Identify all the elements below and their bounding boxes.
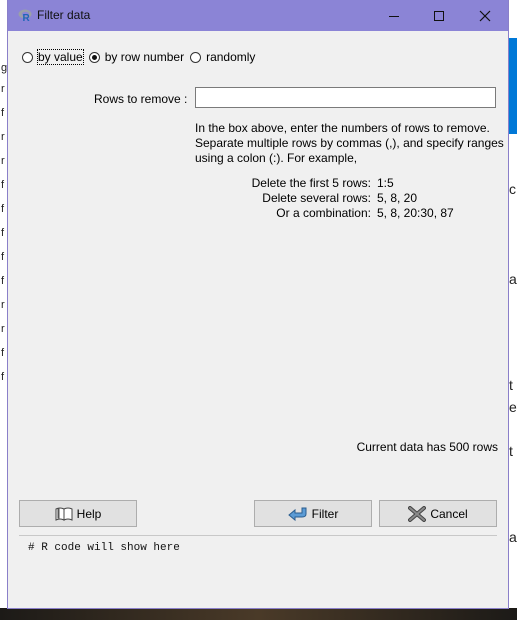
background-text: f: [1, 371, 5, 383]
example-value: 5, 8, 20:30, 87: [377, 206, 454, 220]
background-text: f: [1, 227, 5, 239]
rows-to-remove-input[interactable]: [195, 87, 496, 108]
minimize-icon: [389, 15, 399, 17]
filter-mode-radio-group: by value by row number randomly: [22, 48, 261, 66]
background-text: t: [509, 377, 513, 393]
radio-label: randomly: [206, 50, 256, 64]
example-label: Delete the first 5 rows:: [251, 176, 371, 190]
filter-button[interactable]: Filter: [254, 500, 372, 527]
background-text: c: [509, 181, 516, 197]
cancel-button[interactable]: Cancel: [379, 500, 497, 527]
background-window-left-edge: g r f r r f f f f f r r f f: [0, 0, 8, 620]
minimize-button[interactable]: [371, 0, 417, 31]
instructions-text: In the box above, enter the numbers of r…: [195, 121, 504, 165]
background-text: r: [1, 323, 5, 335]
example-row: Delete several rows: 5, 8, 20: [195, 191, 505, 206]
example-label: Or a combination:: [276, 206, 371, 220]
background-text: a: [509, 529, 517, 545]
background-text: f: [1, 203, 5, 215]
example-value: 5, 8, 20: [377, 191, 418, 205]
rows-to-remove-label: Rows to remove :: [94, 92, 188, 106]
radio-randomly[interactable]: randomly: [190, 50, 255, 64]
cancel-x-icon: [408, 505, 427, 522]
r-app-icon: R: [18, 8, 32, 24]
examples-table: Delete the first 5 rows: 1:5 Delete seve…: [195, 176, 505, 221]
background-text: r: [1, 155, 5, 167]
title-bar[interactable]: R Filter data: [8, 0, 508, 31]
close-icon: [479, 10, 491, 21]
background-text: a: [509, 271, 517, 287]
cancel-button-label: Cancel: [430, 506, 468, 521]
background-text: r: [1, 131, 5, 143]
background-text: f: [1, 107, 5, 119]
background-text: f: [1, 179, 5, 191]
book-icon: [55, 507, 73, 521]
close-button[interactable]: [462, 0, 508, 31]
radio-label: by value: [37, 49, 84, 65]
maximize-icon: [434, 10, 444, 21]
radio-button-selected[interactable]: [88, 51, 100, 63]
filter-arrow-icon: [287, 506, 308, 522]
svg-text:R: R: [23, 13, 31, 22]
help-button-label: Help: [76, 506, 102, 521]
help-button[interactable]: Help: [19, 500, 137, 527]
background-accent-block: [508, 38, 517, 134]
background-text: f: [1, 251, 5, 263]
background-text: r: [1, 299, 5, 311]
radio-button[interactable]: [190, 51, 202, 63]
background-text: g: [1, 62, 8, 74]
desktop-wallpaper-strip: [0, 608, 517, 620]
radio-by-row-number[interactable]: by row number: [88, 50, 185, 64]
data-row-count-status: Current data has 500 rows: [356, 440, 498, 454]
example-label: Delete several rows:: [262, 191, 371, 205]
maximize-button[interactable]: [416, 0, 462, 31]
filter-button-label: Filter: [311, 506, 339, 521]
example-row: Delete the first 5 rows: 1:5: [195, 176, 505, 191]
background-text: t: [509, 443, 513, 459]
background-text: f: [1, 347, 5, 359]
divider: [19, 535, 497, 536]
background-text: et: [509, 399, 517, 415]
radio-label: by row number: [104, 50, 185, 64]
r-code-preview: # R code will show here: [28, 542, 180, 554]
radio-by-value[interactable]: by value: [22, 49, 84, 65]
filter-data-dialog: R Filter data by value by row number ran…: [8, 0, 508, 608]
example-value: 1:5: [377, 176, 394, 190]
window-title: Filter data: [37, 8, 91, 22]
background-text: f: [1, 275, 5, 287]
radio-button[interactable]: [22, 51, 33, 63]
background-text: r: [1, 83, 5, 95]
example-row: Or a combination: 5, 8, 20:30, 87: [195, 206, 505, 221]
background-window-right-edge: c a t et t a: [508, 0, 517, 620]
